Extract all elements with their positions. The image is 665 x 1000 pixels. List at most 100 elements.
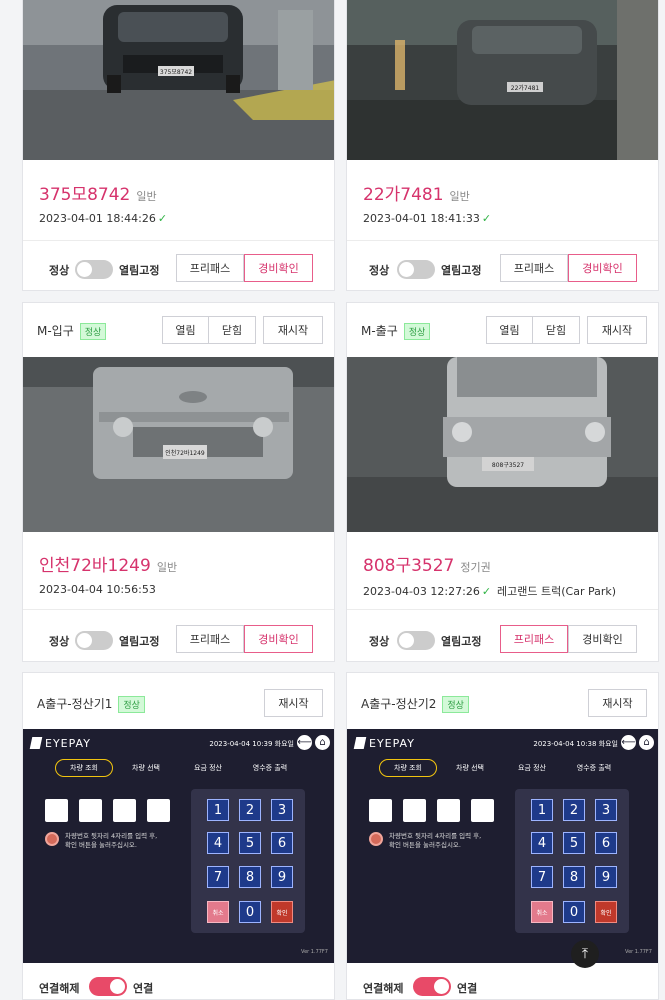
check-icon: ✓ — [157, 212, 168, 225]
step-tabs: 차량 조회 차량 선택 요금 정산 영수증 출력 — [379, 759, 618, 777]
open-button[interactable]: 열림 — [162, 316, 209, 344]
camera-card-top-left: 375모8742 375모8742 일반 2023-04-01 18:44:26 ✓… — [22, 0, 335, 291]
connection-row: 연결해제 연결 — [347, 973, 658, 999]
restart-button[interactable]: 재시작 — [264, 689, 323, 717]
digit-box[interactable] — [369, 799, 392, 822]
digit-box[interactable] — [147, 799, 170, 822]
key-1[interactable]: 1 — [531, 799, 553, 821]
back-icon[interactable]: ⟵ — [621, 735, 636, 750]
home-icon[interactable]: ⌂ — [315, 735, 330, 750]
key-8[interactable]: 8 — [239, 866, 261, 888]
check-icon: ✓ — [481, 212, 492, 225]
key-4[interactable]: 4 — [531, 832, 553, 854]
key-2[interactable]: 2 — [239, 799, 261, 821]
gate-controls: 정상 열림고정 프리패스 경비확인 — [23, 254, 334, 284]
digit-box[interactable] — [437, 799, 460, 822]
detection-time: 2023-04-04 10:56:53 — [39, 583, 156, 596]
tab-fee-payment[interactable]: 요금 정산 — [179, 759, 237, 777]
gate-title: M-출구 정상 — [361, 322, 431, 340]
key-6[interactable]: 6 — [271, 832, 293, 854]
key-6[interactable]: 6 — [595, 832, 617, 854]
status-badge: 정상 — [442, 696, 469, 713]
key-4[interactable]: 4 — [207, 832, 229, 854]
toggle-knob — [399, 262, 414, 277]
connect-label: 연결 — [457, 982, 478, 995]
close-button[interactable]: 닫힘 — [532, 316, 580, 344]
key-9[interactable]: 9 — [595, 866, 617, 888]
close-button[interactable]: 닫힘 — [208, 316, 256, 344]
digit-box[interactable] — [79, 799, 102, 822]
scroll-top-icon[interactable]: ⤒ — [571, 940, 599, 968]
key-0[interactable]: 0 — [563, 901, 585, 923]
fixed-open-toggle[interactable] — [75, 631, 113, 650]
detection-time: 2023-04-01 18:44:26 ✓ — [39, 212, 167, 225]
guard-check-button[interactable]: 경비확인 — [568, 254, 637, 282]
restart-button[interactable]: 재시작 — [588, 689, 647, 717]
camera-plate-text: 인천72바1249 — [165, 449, 205, 457]
fixed-open-label: 열림고정 — [119, 635, 160, 648]
digit-box[interactable] — [45, 799, 68, 822]
camera-plate-text: 22가7481 — [511, 84, 540, 92]
tab-receipt-print[interactable]: 영수증 출력 — [565, 759, 623, 777]
status-badge: 정상 — [118, 696, 145, 713]
key-3[interactable]: 3 — [595, 799, 617, 821]
tab-receipt-print[interactable]: 영수증 출력 — [241, 759, 299, 777]
tab-vehicle-lookup[interactable]: 차량 조회 — [55, 759, 113, 777]
freepass-button[interactable]: 프리패스 — [176, 254, 244, 282]
tab-vehicle-select[interactable]: 차량 선택 — [117, 759, 175, 777]
pay-station-card-1: A출구-정산기1 정상 재시작 EYEPAY 2023-04-04 10:39 화… — [22, 672, 335, 1000]
connection-toggle[interactable] — [413, 977, 451, 996]
pay-station-card-2: A출구-정산기2 정상 재시작 EYEPAY 2023-04-04 10:38 화… — [346, 672, 659, 1000]
key-2[interactable]: 2 — [563, 799, 585, 821]
key-9[interactable]: 9 — [271, 866, 293, 888]
guard-check-button[interactable]: 경비확인 — [244, 625, 313, 653]
key-8[interactable]: 8 — [563, 866, 585, 888]
timestamp-text: 2023-04-01 18:41:33 — [363, 212, 480, 225]
normal-label: 정상 — [49, 264, 70, 277]
freepass-button[interactable]: 프리패스 — [500, 625, 568, 653]
freepass-button[interactable]: 프리패스 — [500, 254, 568, 282]
key-5[interactable]: 5 — [563, 832, 585, 854]
screen-date: 2023-04-04 10:39 화요일 — [209, 740, 294, 748]
fixed-open-toggle[interactable] — [397, 631, 435, 650]
instruction-line: 차량번호 뒷자리 4자리를 입력 후, — [65, 832, 158, 840]
fixed-open-toggle[interactable] — [397, 260, 435, 279]
cancel-key[interactable]: 취소 — [531, 901, 553, 923]
guard-check-button[interactable]: 경비확인 — [568, 625, 637, 653]
normal-label: 정상 — [369, 635, 390, 648]
home-icon[interactable]: ⌂ — [639, 735, 654, 750]
confirm-key[interactable]: 확인 — [271, 901, 293, 923]
tab-vehicle-lookup[interactable]: 차량 조회 — [379, 759, 437, 777]
timestamp-text: 2023-04-04 10:56:53 — [39, 583, 156, 596]
guard-check-button[interactable]: 경비확인 — [244, 254, 313, 282]
confirm-key[interactable]: 확인 — [595, 901, 617, 923]
back-icon[interactable]: ⟵ — [297, 735, 312, 750]
restart-button[interactable]: 재시작 — [587, 316, 647, 344]
camera-image: 375모8742 — [23, 0, 334, 160]
station-title: A출구-정산기2 정상 — [361, 695, 469, 713]
key-3[interactable]: 3 — [271, 799, 293, 821]
key-7[interactable]: 7 — [531, 866, 553, 888]
divider — [347, 609, 658, 610]
digit-box[interactable] — [113, 799, 136, 822]
digit-box[interactable] — [403, 799, 426, 822]
toggle-knob — [110, 979, 125, 994]
connection-toggle[interactable] — [89, 977, 127, 996]
restart-button[interactable]: 재시작 — [263, 316, 323, 344]
camera-card-top-right: 22가7481 22가7481 일반 2023-04-01 18:41:33 ✓ 정… — [346, 0, 659, 291]
eyepay-screen: EYEPAY 2023-04-04 10:38 화요일 ⟵ ⌂ 차량 조회 차량… — [347, 729, 658, 963]
cancel-key[interactable]: 취소 — [207, 901, 229, 923]
digit-box[interactable] — [471, 799, 494, 822]
key-5[interactable]: 5 — [239, 832, 261, 854]
key-0[interactable]: 0 — [239, 901, 261, 923]
tab-vehicle-select[interactable]: 차량 선택 — [441, 759, 499, 777]
key-7[interactable]: 7 — [207, 866, 229, 888]
divider — [23, 609, 334, 610]
instruction-line: 확인 버튼을 눌러주십시오. — [389, 841, 461, 849]
open-button[interactable]: 열림 — [486, 316, 533, 344]
tab-fee-payment[interactable]: 요금 정산 — [503, 759, 561, 777]
status-badge: 정상 — [403, 323, 431, 340]
fixed-open-toggle[interactable] — [75, 260, 113, 279]
freepass-button[interactable]: 프리패스 — [176, 625, 244, 653]
key-1[interactable]: 1 — [207, 799, 229, 821]
